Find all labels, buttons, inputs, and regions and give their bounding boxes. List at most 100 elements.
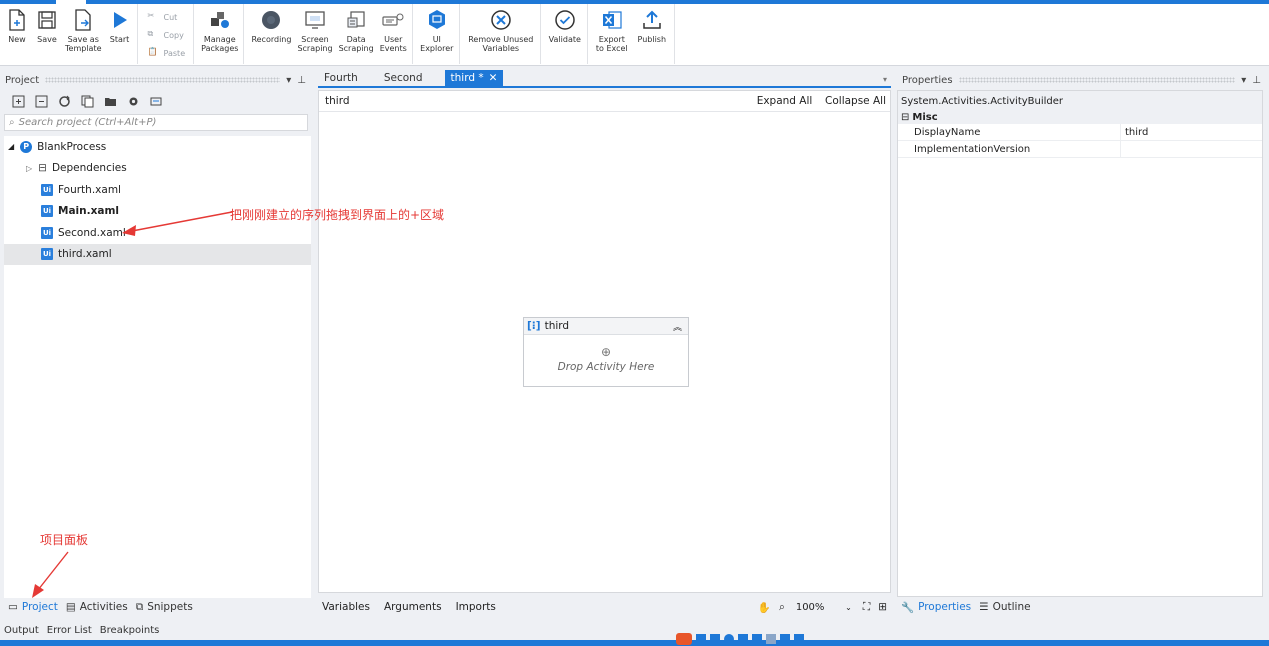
user-events-button[interactable]: User Events (377, 4, 410, 64)
save-as-template-button[interactable]: Save as Template (62, 4, 105, 64)
chevron-down-icon: ⌄ (845, 602, 852, 612)
panel-dropdown-icon[interactable]: ▾ (1241, 75, 1246, 86)
paste-button[interactable]: 📋 Paste (148, 44, 186, 62)
cut-button[interactable]: ✂ Cut (148, 8, 186, 26)
xaml-file-icon: Ui (41, 226, 53, 239)
ime-user-icon[interactable] (766, 634, 776, 644)
caret-down-icon[interactable]: ◢ (8, 142, 14, 151)
properties-bottom-tabs: 🔧 Properties ☰ Outline (897, 597, 1265, 617)
tab-breakpoints[interactable]: Breakpoints (100, 625, 160, 636)
search-project-input[interactable]: ⌕ Search project (Ctrl+Alt+P) (4, 114, 308, 131)
tabs-dropdown-icon[interactable]: ▾ (883, 75, 887, 84)
caret-right-icon[interactable]: ▷ (26, 164, 32, 173)
sequence-header[interactable]: [⁝] third ︽ (524, 318, 688, 335)
copy-button[interactable]: ⧉ Copy (148, 26, 186, 44)
expand-all-link[interactable]: Expand All (757, 95, 813, 107)
ime-voice-icon[interactable] (738, 634, 748, 644)
tab-activities[interactable]: ▤ Activities (66, 601, 128, 613)
tab-snippets[interactable]: ⧉ Snippets (136, 601, 193, 614)
ime-skin-icon[interactable] (780, 634, 790, 644)
tab-properties[interactable]: 🔧 Properties (901, 601, 971, 614)
folder-icon[interactable] (104, 95, 117, 108)
ime-toolbar (676, 632, 804, 646)
refresh-icon[interactable] (58, 95, 71, 108)
screen-scraping-icon (303, 8, 327, 32)
tab-outline[interactable]: ☰ Outline (979, 601, 1030, 613)
property-value-input[interactable] (1120, 141, 1262, 157)
excel-icon (600, 8, 624, 32)
ime-punct-icon[interactable] (710, 634, 720, 644)
start-button[interactable]: Start (105, 4, 135, 64)
publish-button[interactable]: Publish (632, 4, 672, 64)
ribbon-group-validate: Validate (545, 4, 588, 64)
property-row[interactable]: DisplayName third (898, 124, 1262, 141)
drop-zone[interactable]: ⊕ Drop Activity Here (524, 335, 688, 373)
designer-canvas[interactable]: third Expand All Collapse All [⁝] third … (318, 90, 891, 593)
tree-item-dependencies[interactable]: ▷ ⊟ Dependencies (4, 158, 311, 180)
tab-variables[interactable]: Variables (322, 601, 370, 613)
add-circle-icon[interactable]: ⊕ (601, 345, 611, 359)
tab-imports[interactable]: Imports (456, 601, 496, 613)
pin-icon[interactable]: ⊥ (1252, 75, 1261, 86)
gear-icon[interactable] (127, 95, 140, 108)
collapse-all-link[interactable]: Collapse All (825, 95, 886, 107)
tree-root-item[interactable]: ◢ P BlankProcess (4, 136, 311, 158)
tree-item-third[interactable]: Ui third.xaml (4, 243, 311, 265)
property-row[interactable]: ImplementationVersion (898, 141, 1262, 158)
collapse-box-icon[interactable]: ⊟ (901, 112, 909, 123)
zoom-select[interactable]: 100% ⌄ (793, 600, 855, 615)
screen-scraping-button[interactable]: Screen Scraping (294, 4, 335, 64)
fit-to-screen-icon[interactable]: ⛶ (863, 601, 870, 614)
export-to-excel-button[interactable]: Export to Excel (592, 4, 632, 64)
save-button[interactable]: Save (32, 4, 62, 64)
publish-label: Publish (637, 35, 667, 44)
panel-dropdown-icon[interactable]: ▾ (286, 75, 291, 86)
tab-output[interactable]: Output (4, 625, 39, 636)
upload-icon (640, 8, 664, 32)
sogou-ime-icon[interactable] (676, 633, 692, 645)
collapse-all-icon[interactable] (35, 95, 48, 108)
manage-packages-button[interactable]: Manage Packages (198, 4, 241, 64)
property-value-input[interactable]: third (1120, 124, 1262, 140)
search-placeholder: Search project (Ctrl+Alt+P) (18, 117, 157, 128)
ime-menu-icon[interactable] (794, 634, 804, 644)
tab-arguments[interactable]: Arguments (384, 601, 442, 613)
new-file-icon (5, 8, 29, 32)
ribbon-group-file: New Save Save as Template Start (2, 4, 138, 64)
data-scraping-label: Data Scraping (338, 35, 374, 53)
ui-explorer-button[interactable]: UI Explorer (417, 4, 457, 64)
sequence-activity[interactable]: [⁝] third ︽ ⊕ Drop Activity Here (523, 317, 689, 387)
tab-error-list[interactable]: Error List (47, 625, 92, 636)
expand-collapse-links: Expand All Collapse All (757, 95, 886, 107)
filter-files-icon[interactable] (150, 95, 163, 108)
property-category[interactable]: ⊟ Misc (898, 111, 1262, 124)
new-button[interactable]: New (2, 4, 32, 64)
data-scraping-button[interactable]: Data Scraping (336, 4, 377, 64)
tab-fourth[interactable]: Fourth (318, 70, 372, 86)
tab-second[interactable]: Second (372, 70, 437, 86)
dependencies-icon: ⊟ (38, 162, 47, 175)
breadcrumb[interactable]: third (325, 95, 350, 107)
property-grid: System.Activities.ActivityBuilder ⊟ Misc… (897, 90, 1263, 597)
recording-label: Recording (251, 35, 292, 44)
pin-icon[interactable]: ⊥ (297, 75, 306, 86)
tab-project[interactable]: ▭ Project (8, 601, 58, 613)
tree-item-fourth[interactable]: Ui Fourth.xaml (4, 179, 311, 201)
close-icon[interactable]: ✕ (489, 72, 498, 84)
collapse-chevron-icon[interactable]: ︽ (673, 320, 682, 333)
remove-unused-variables-button[interactable]: Remove Unused Variables (464, 4, 538, 64)
project-panel-header: Project ▾ ⊥ (0, 72, 312, 88)
properties-panel-header: Properties ▾ ⊥ (897, 72, 1265, 88)
expand-all-icon[interactable] (12, 95, 25, 108)
copy-files-icon[interactable] (81, 95, 94, 108)
zoom-search-icon[interactable]: ⌕ (779, 601, 785, 614)
hand-tool-icon[interactable]: ✋ (758, 601, 771, 614)
ime-keyboard-icon[interactable] (752, 634, 762, 644)
tab-third[interactable]: third * ✕ (444, 70, 504, 86)
ime-lang-icon[interactable] (696, 634, 706, 644)
ribbon-toolbar: New Save Save as Template Start ✂ Cut ⧉ Co… (0, 4, 1269, 66)
ime-emoji-icon[interactable] (724, 634, 734, 644)
recording-button[interactable]: Recording (248, 4, 294, 64)
validate-button[interactable]: Validate (545, 4, 585, 64)
overview-map-icon[interactable]: ⊞ (878, 601, 887, 613)
